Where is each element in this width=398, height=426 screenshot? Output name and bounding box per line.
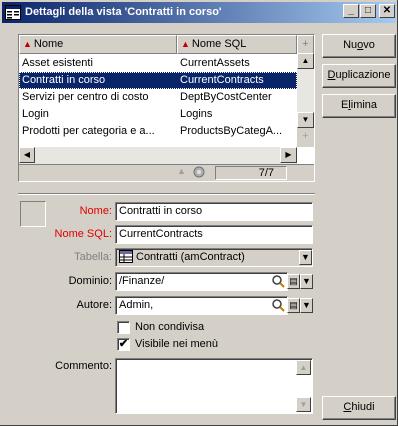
nome-sql-label: Nome SQL: [54,228,112,240]
table-row[interactable]: Servizi per centro di costo DeptByCostCen… [19,89,297,106]
cell-nome-sql: Logins [180,108,213,120]
nome-label: Nome: [79,205,112,217]
autore-field[interactable]: Admin, [115,296,288,315]
filter-indicator-icon: ▲ [177,166,186,176]
sort-indicator-icon: ▲ [181,39,190,49]
table-icon [119,250,133,266]
nome-sql-field[interactable]: CurrentContracts [115,225,313,244]
autore-dropdown-icon[interactable]: ▼ [300,298,313,313]
cell-nome: Contratti in corso [22,74,106,86]
non-condivisa-label: Non condivisa [135,321,205,333]
separator [18,193,315,195]
visibile-checkbox[interactable]: ✔ [117,338,130,351]
nuovo-button[interactable]: Nuovo [322,34,396,58]
elimina-button[interactable]: Elimina [322,94,396,118]
sort-indicator-icon: ▲ [23,39,32,49]
column-header-nome[interactable]: ▲ Nome [19,35,177,54]
cell-nome-sql: CurrentAssets [180,57,250,69]
table-row[interactable]: Asset esistenti CurrentAssets [19,55,297,72]
nome-field[interactable]: Contratti in corso [115,202,313,221]
vertical-scrollbar[interactable]: ▲ ▼ [297,53,314,128]
view-details-icon [5,5,21,20]
cell-nome: Prodotti per categoria e a... [22,125,155,137]
dominio-label: Dominio: [68,275,112,287]
tabella-label: Tabella: [74,251,112,263]
scroll-up-icon[interactable]: ▲ [297,53,314,69]
cell-nome: Asset esistenti [22,57,93,69]
column-header-label: Nome SQL [191,38,247,50]
minimize-button[interactable]: _ [343,4,359,18]
non-condivisa-checkbox[interactable] [117,321,130,334]
image-placeholder[interactable] [20,201,46,227]
window-title: Dettagli della vista 'Contratti in corso… [25,6,222,18]
close-button[interactable]: ✕ [379,4,395,18]
search-icon[interactable] [271,274,285,291]
autore-details-icon[interactable]: ▤ [287,298,300,313]
visibile-label: Visibile nei menù [135,338,218,350]
cell-nome-sql: ProductsByCategA... [180,125,283,137]
column-header-nome-sql[interactable]: ▲ Nome SQL [177,35,297,54]
scroll-down-icon[interactable]: ▼ [297,112,314,128]
table-row[interactable]: Login Logins [19,106,297,123]
add-column-button[interactable]: + [297,35,314,54]
search-icon[interactable] [271,298,285,315]
add-row-button[interactable]: + [297,128,314,147]
dominio-dropdown-icon[interactable]: ▼ [300,274,313,289]
scroll-left-icon[interactable]: ◀ [19,147,35,163]
views-list[interactable]: ▲ Nome ▲ Nome SQL + Asset esistenti Current… [18,34,315,182]
column-header-label: Nome [33,38,64,50]
cell-nome: Servizi per centro di costo [22,91,149,103]
title-bar[interactable]: Dettagli della vista 'Contratti in corso… [2,2,396,23]
table-row[interactable]: Contratti in corso CurrentContracts [19,72,297,89]
commento-scroll-up-icon[interactable]: ▲ [296,360,311,375]
duplicazione-button[interactable]: Duplicazione [322,64,396,88]
record-count: 7/7 [215,166,287,180]
dominio-details-icon[interactable]: ▤ [287,274,300,289]
tabella-dropdown-icon[interactable]: ▼ [299,250,312,265]
tabella-value: Contratti (amContract) [136,251,245,263]
maximize-button[interactable]: □ [360,4,376,18]
commento-scroll-down-icon[interactable]: ▼ [296,397,311,412]
dominio-field[interactable]: /Finanze/ [115,272,288,291]
refresh-icon[interactable] [191,165,207,182]
chiudi-button[interactable]: Chiudi [322,396,396,420]
horizontal-scrollbar[interactable]: ◀ ▶ [19,147,297,164]
tabella-field[interactable]: Contratti (amContract) [115,248,313,267]
scroll-right-icon[interactable]: ▶ [280,147,297,163]
list-status-bar: ▲ 7/7 [19,164,314,181]
autore-label: Autore: [76,299,112,311]
commento-field[interactable] [115,358,313,414]
cell-nome: Login [22,108,49,120]
cell-nome-sql: DeptByCostCenter [180,91,272,103]
cell-nome-sql: CurrentContracts [180,74,264,86]
commento-label: Commento: [55,360,112,372]
details-window: Dettagli della vista 'Contratti in corso… [0,0,398,426]
table-row[interactable]: Prodotti per categoria e a... ProductsByC… [19,123,297,140]
